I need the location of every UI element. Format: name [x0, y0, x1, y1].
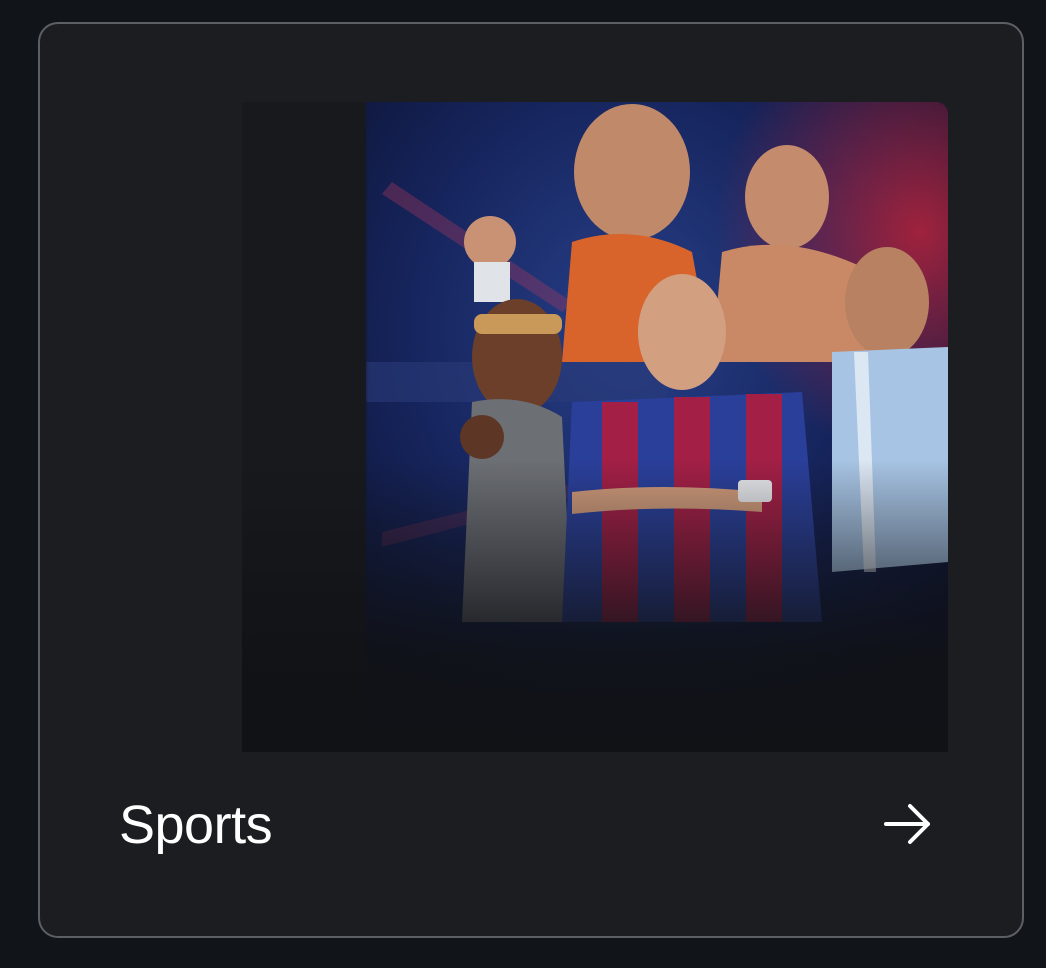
sports-stars-collage-image	[242, 102, 948, 752]
arrow-right-icon[interactable]	[878, 796, 938, 852]
sports-category-card[interactable]: Sports	[38, 22, 1024, 938]
card-title: Sports	[119, 795, 273, 855]
